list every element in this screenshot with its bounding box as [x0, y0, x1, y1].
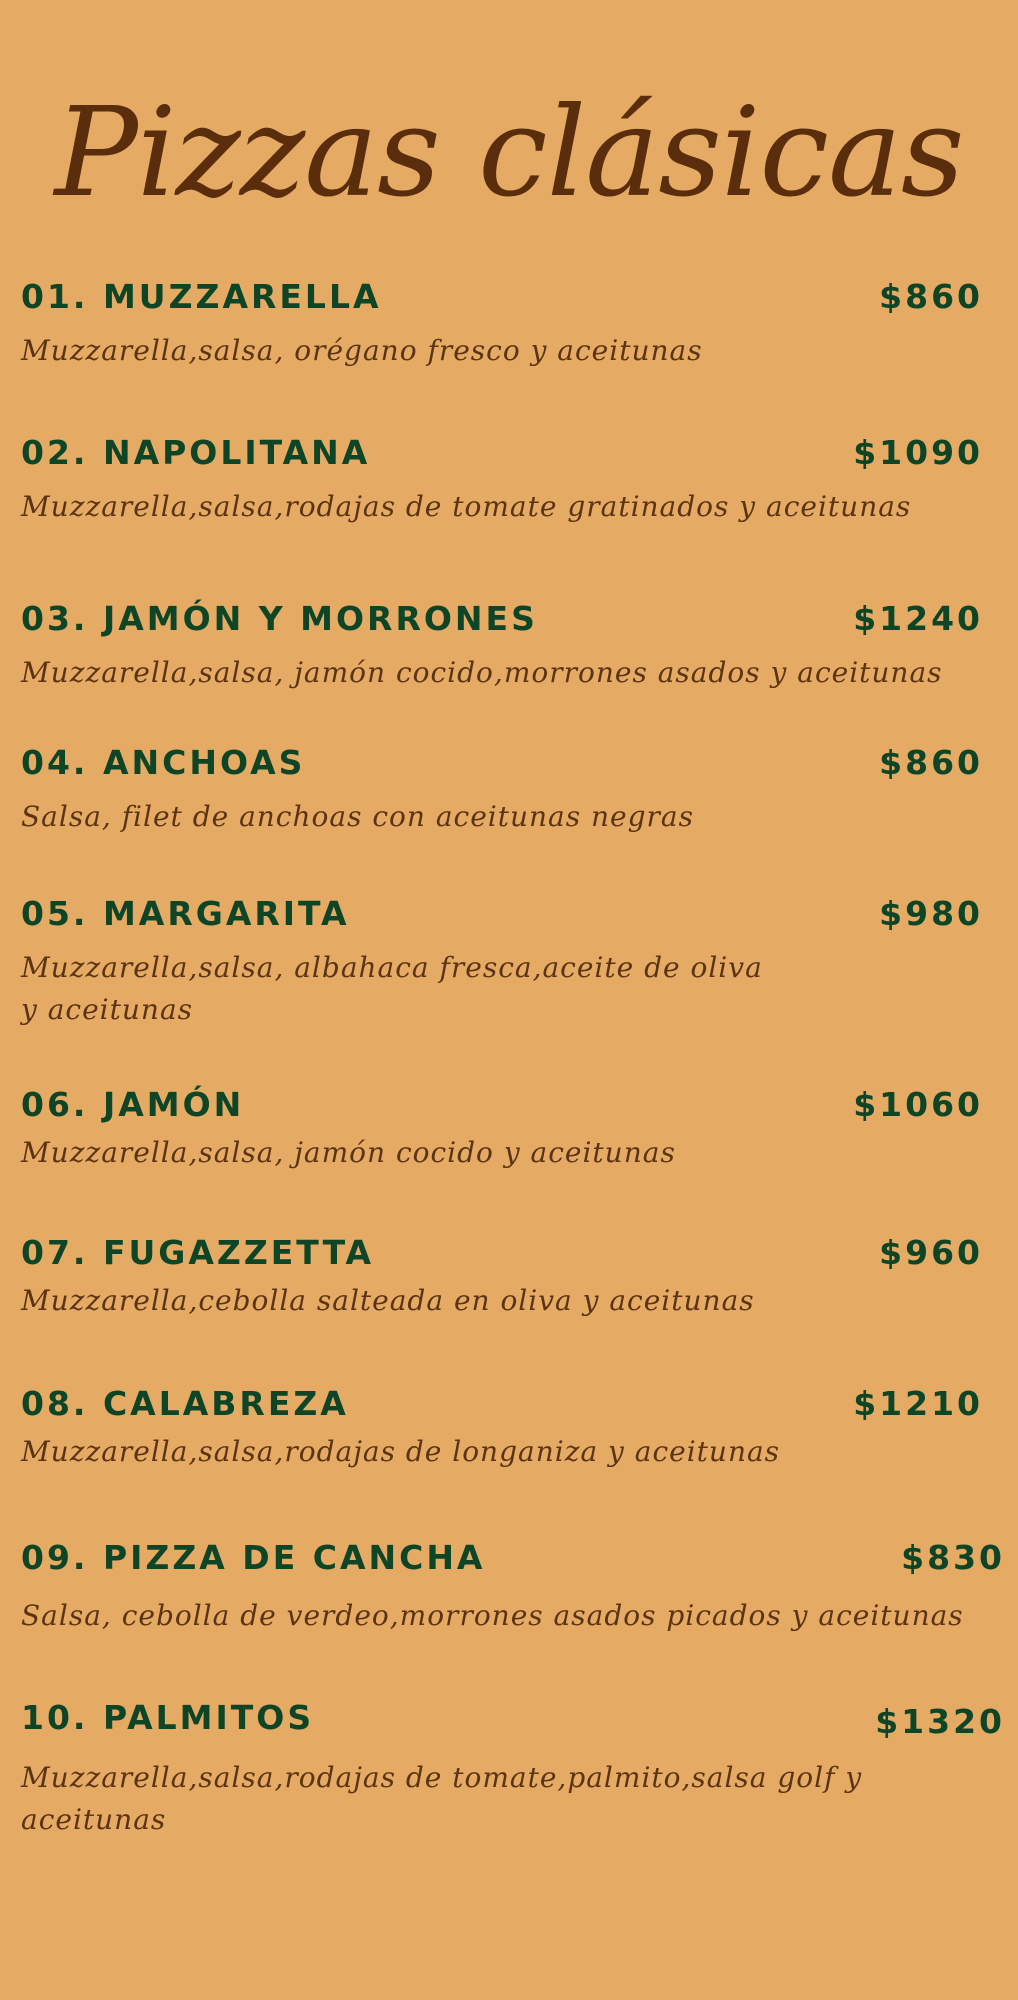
item-price: $960 — [879, 1233, 983, 1272]
menu-title: Pizzas clásicas — [54, 81, 964, 225]
item-description-line: Muzzarella,salsa, albahaca fresca,aceite… — [21, 951, 763, 984]
item-name: 01. MUZZARELLA — [21, 277, 382, 316]
menu-item-margarita: 05. MARGARITA $980 Muzzarella,salsa, alb… — [21, 889, 983, 1031]
item-description: Muzzarella,salsa, orégano fresco y aceit… — [21, 334, 703, 367]
item-name: 10. PALMITOS — [21, 1698, 315, 1737]
item-price: $1060 — [853, 1085, 983, 1124]
item-description: Muzzarella,salsa,rodajas de tomate grati… — [21, 490, 912, 523]
item-name: 05. MARGARITA — [21, 894, 350, 933]
item-price: $860 — [879, 277, 983, 316]
item-description: Muzzarella,salsa, jamón cocido,morrones … — [21, 656, 943, 689]
item-price: $1210 — [853, 1384, 983, 1423]
item-description-line: aceitunas — [21, 1803, 167, 1836]
item-name: 09. PIZZA DE CANCHA — [21, 1538, 486, 1577]
item-price: $1240 — [853, 599, 983, 638]
item-description: Muzzarella,salsa,rodajas de longaniza y … — [21, 1435, 781, 1468]
item-description: Salsa, filet de anchoas con aceitunas ne… — [21, 800, 694, 833]
menu-item-anchoas: 04. ANCHOAS $860 Salsa, filet de anchoas… — [21, 738, 983, 838]
menu-item-fugazzetta: 07. FUGAZZETTA $960 Muzzarella,cebolla s… — [21, 1228, 983, 1322]
menu-item-jamon: 06. JAMÓN $1060 Muzzarella,salsa, jamón … — [21, 1080, 983, 1174]
menu-item-calabreza: 08. CALABREZA $1210 Muzzarella,salsa,rod… — [21, 1379, 983, 1473]
menu-item-napolitana: 02. NAPOLITANA $1090 Muzzarella,salsa,ro… — [21, 428, 983, 528]
item-description-line: Muzzarella,salsa,rodajas de tomate,palmi… — [21, 1761, 863, 1794]
item-name: 08. CALABREZA — [21, 1384, 349, 1423]
menu-item-muzzarella: 01. MUZZARELLA $860 Muzzarella,salsa, or… — [21, 272, 983, 372]
menu-item-pizza-de-cancha: 09. PIZZA DE CANCHA $830 Salsa, cebolla … — [21, 1533, 1005, 1637]
item-description: Muzzarella,salsa, albahaca fresca,aceite… — [21, 947, 983, 1031]
item-price: $830 — [901, 1538, 1005, 1577]
item-price: $1320 — [875, 1702, 1005, 1741]
item-description: Muzzarella,salsa,rodajas de tomate,palmi… — [21, 1757, 1005, 1841]
item-name: 06. JAMÓN — [21, 1085, 245, 1124]
item-name: 02. NAPOLITANA — [21, 433, 371, 472]
menu-item-jamon-y-morrones: 03. JAMÓN Y MORRONES $1240 Muzzarella,sa… — [21, 594, 983, 694]
item-price: $860 — [879, 743, 983, 782]
menu-item-palmitos: 10. PALMITOS $1320 Muzzarella,salsa,roda… — [21, 1693, 1005, 1841]
item-description-line: y aceitunas — [21, 993, 193, 1026]
item-description: Muzzarella,cebolla salteada en oliva y a… — [21, 1284, 755, 1317]
item-price: $1090 — [853, 433, 983, 472]
item-name: 07. FUGAZZETTA — [21, 1233, 375, 1272]
item-price: $980 — [879, 894, 983, 933]
item-description: Salsa, cebolla de verdeo,morrones asados… — [21, 1599, 964, 1632]
item-name: 04. ANCHOAS — [21, 743, 306, 782]
item-name: 03. JAMÓN Y MORRONES — [21, 599, 538, 638]
item-description: Muzzarella,salsa, jamón cocido y aceitun… — [21, 1136, 676, 1169]
